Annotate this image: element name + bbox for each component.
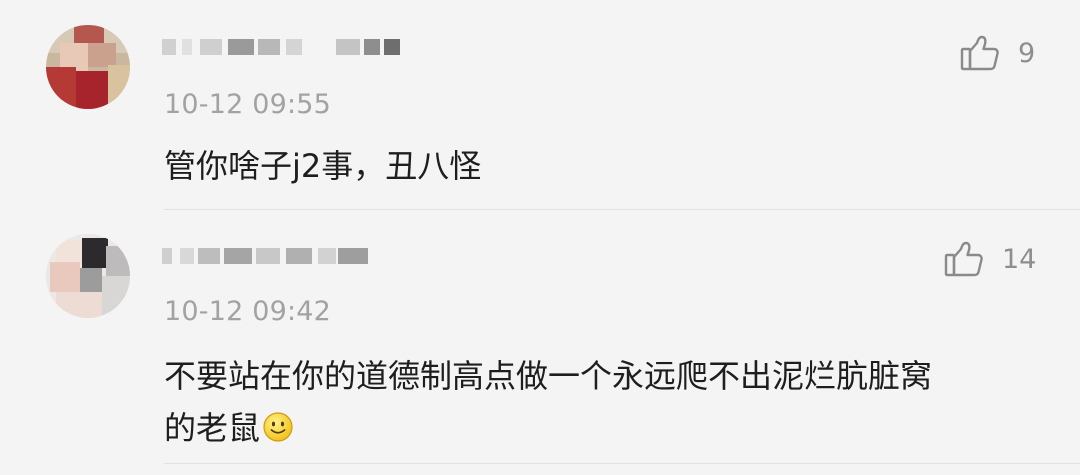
username-redacted[interactable] [162, 239, 422, 273]
comment-text-tail: 的老鼠 [164, 409, 261, 447]
avatar[interactable] [46, 25, 130, 109]
thumbs-up-icon [960, 35, 999, 71]
like-count: 14 [1002, 243, 1037, 275]
like-button[interactable]: 9 [960, 34, 1035, 72]
comment-text: 不要站在你的道德制高点做一个永远爬不出泥烂肮脏窝 的老鼠 [164, 350, 1044, 458]
comment-item: 10-12 09:42 不要站在你的道德制高点做一个永远爬不出泥烂肮脏窝 的老鼠… [0, 210, 1080, 475]
thumbs-up-icon [944, 241, 983, 277]
username-redacted[interactable] [162, 30, 422, 64]
comment-time: 10-12 09:55 [164, 89, 332, 120]
like-button[interactable]: 14 [944, 240, 1036, 278]
comment-item: 10-12 09:55 管你啥子j2事，丑八怪 9 [0, 0, 1080, 210]
comment-text: 管你啥子j2事，丑八怪 [164, 147, 482, 185]
comment-text-line: 不要站在你的道德制高点做一个永远爬不出泥烂肮脏窝 [164, 357, 933, 395]
divider [164, 463, 1080, 464]
avatar[interactable] [46, 234, 130, 318]
like-count: 9 [1018, 37, 1036, 69]
smiley-emoji-icon [262, 406, 294, 458]
comment-text-line: 的老鼠 [164, 402, 1044, 458]
comment-time: 10-12 09:42 [164, 296, 332, 327]
